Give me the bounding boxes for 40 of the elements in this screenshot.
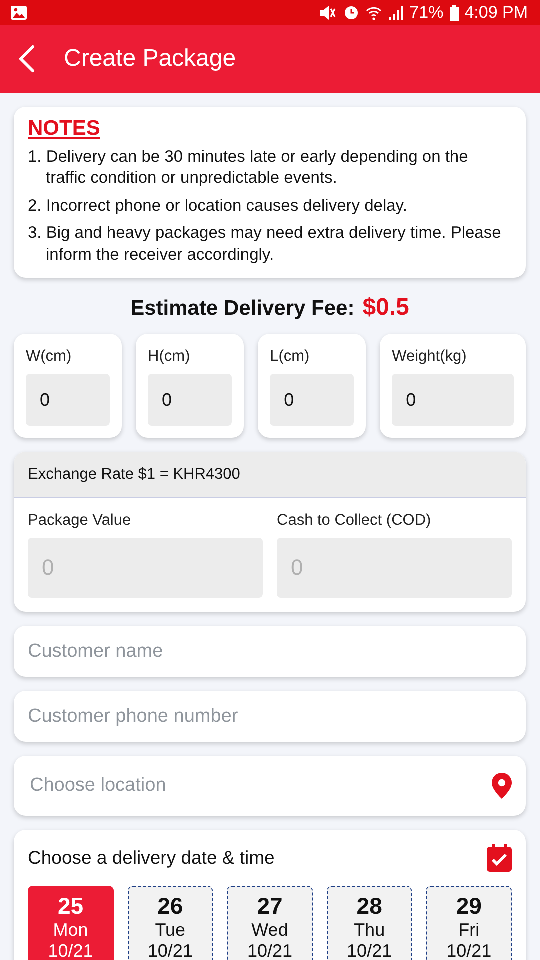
- note-text: 3. Big and heavy packages may need extra delivery time. Please inform the receiver accordingly.: [28, 223, 502, 266]
- delivery-title: Choose a delivery date & time: [28, 847, 275, 870]
- date-option[interactable]: 27 Wed 10/21: [227, 886, 313, 960]
- calendar-check-icon[interactable]: [487, 844, 512, 872]
- battery-icon: [450, 4, 459, 20]
- wifi-icon: [366, 4, 382, 20]
- signal-icon: [388, 4, 404, 20]
- battery-percentage: 71%: [410, 2, 444, 22]
- back-icon[interactable]: [18, 45, 36, 73]
- input-field[interactable]: 0: [277, 538, 512, 598]
- field-label: Weight(kg): [392, 348, 468, 366]
- exchange-rate-text: Exchange Rate $1 = KHR4300: [28, 466, 240, 484]
- field-label: Package Value: [28, 512, 132, 530]
- image-icon: [11, 6, 27, 20]
- note-text: 2. Incorrect phone or location causes delivery delay.: [28, 196, 408, 217]
- fee-value: $0.5: [362, 294, 410, 322]
- input-field[interactable]: 0: [28, 538, 263, 598]
- date-option[interactable]: 29 Fri 10/21: [426, 886, 512, 960]
- note-text: 1. Delivery can be 30 minutes late or early depending on the traffic condition or unpredictable events.: [28, 147, 470, 190]
- input-field[interactable]: 0: [26, 374, 110, 426]
- notes-title: NOTES: [28, 117, 102, 141]
- mute-icon: [318, 4, 337, 20]
- field-label: Cash to Collect (COD): [277, 512, 432, 530]
- date-option[interactable]: 26 Tue 10/21: [128, 886, 214, 960]
- date-option[interactable]: 25 Mon 10/21: [28, 886, 114, 960]
- input-field[interactable]: 0: [270, 374, 354, 426]
- fee-label: Estimate Delivery Fee:: [130, 297, 355, 322]
- input-field[interactable]: Customer name: [14, 626, 526, 678]
- location-pin-icon[interactable]: [492, 773, 512, 800]
- page-title: Create Package: [64, 45, 236, 73]
- location-field[interactable]: Choose location: [14, 756, 526, 816]
- alarm-icon: [342, 4, 360, 21]
- field-label: L(cm): [270, 348, 311, 366]
- input-field[interactable]: 0: [148, 374, 232, 426]
- field-label: H(cm): [148, 348, 192, 366]
- input-field[interactable]: Customer phone number: [14, 691, 526, 742]
- field-label: W(cm): [26, 348, 73, 366]
- clock-time: 4:09 PM: [464, 2, 528, 22]
- input-field[interactable]: 0: [392, 374, 514, 426]
- date-option[interactable]: 28 Thu 10/21: [326, 886, 412, 960]
